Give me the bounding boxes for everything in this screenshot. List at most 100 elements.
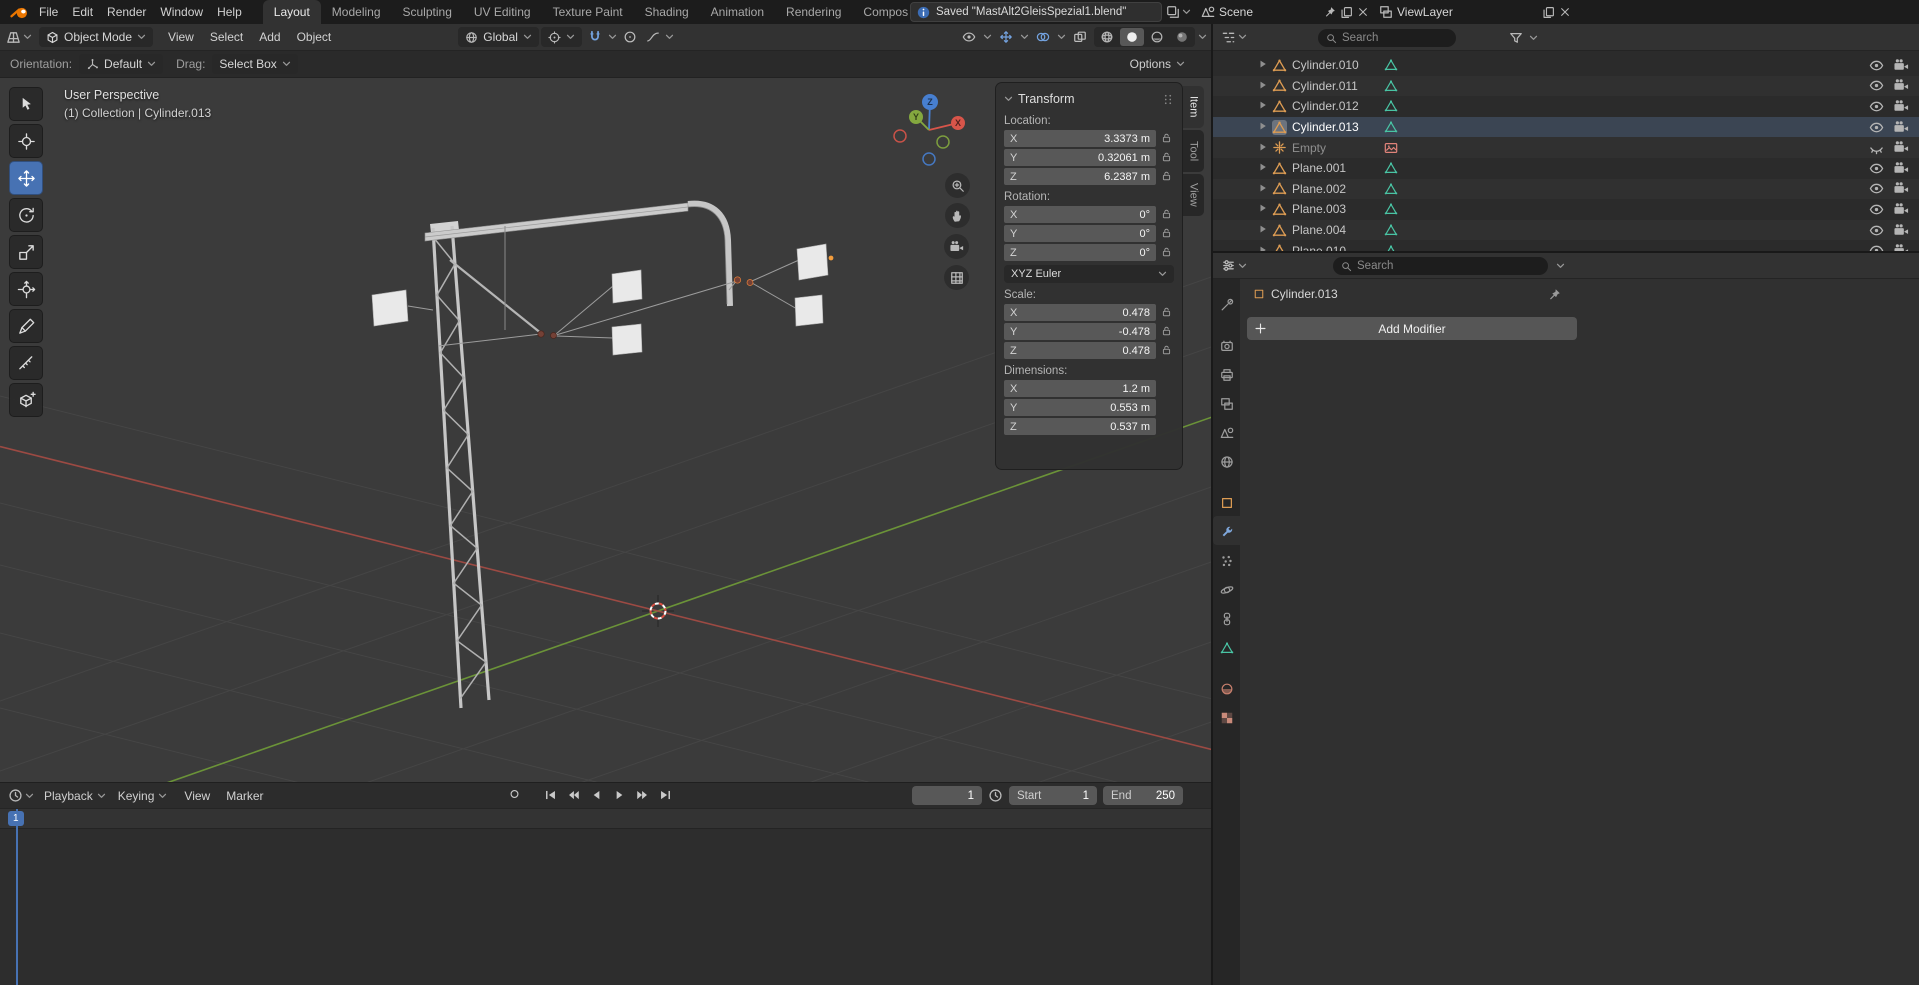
disclosure-icon[interactable] (1258, 183, 1272, 195)
tool-transform[interactable] (9, 272, 43, 306)
shading-wireframe-button[interactable] (1095, 28, 1119, 46)
gizmo-y-label[interactable]: Y (913, 112, 919, 122)
blender-logo-icon[interactable] (8, 4, 32, 21)
hide-eye-icon[interactable] (1869, 161, 1884, 176)
scale-z-field[interactable]: Z0.478 (1004, 342, 1156, 359)
camera-view-button[interactable] (944, 234, 969, 259)
location-y-field[interactable]: Y0.32061 m (1004, 149, 1156, 166)
outliner-row[interactable]: Cylinder.012 (1213, 96, 1919, 117)
disable-render-icon[interactable] (1894, 58, 1909, 73)
properties-search-input[interactable]: Search (1333, 257, 1548, 275)
disable-render-icon[interactable] (1894, 120, 1909, 135)
new-scene-icon[interactable] (1340, 6, 1353, 19)
outliner-row-active[interactable]: Cylinder.013 (1213, 117, 1919, 138)
filter-chevron[interactable] (1529, 35, 1538, 41)
location-x-field[interactable]: X3.3373 m (1004, 130, 1156, 147)
rotation-mode-dropdown[interactable]: XYZ Euler (1004, 265, 1174, 283)
hide-eye-icon[interactable] (1869, 99, 1884, 114)
proportional-edit-toggle[interactable] (619, 27, 641, 47)
lock-icon[interactable] (1161, 325, 1174, 338)
disable-render-icon[interactable] (1894, 140, 1909, 155)
tool-annotate[interactable] (9, 309, 43, 343)
editor-type-properties-icon[interactable] (1221, 258, 1236, 273)
current-frame-field[interactable]: 1 (912, 786, 982, 805)
unlink-scene-icon[interactable] (1357, 6, 1369, 18)
menu-vp-add[interactable]: Add (252, 30, 287, 44)
overlay-options-chevron[interactable] (1057, 34, 1066, 40)
filter-icon[interactable] (1509, 31, 1523, 45)
menu-file[interactable]: File (32, 0, 65, 24)
editor-type-timeline-icon[interactable] (8, 788, 23, 803)
editor-type-outliner-icon[interactable] (1221, 30, 1236, 45)
pin-id-icon[interactable] (1548, 288, 1561, 301)
lock-icon[interactable] (1161, 246, 1174, 259)
transform-panel-header[interactable]: Transform (1004, 89, 1174, 109)
keying-menu[interactable]: Keying (118, 789, 168, 803)
new-viewlayer-icon[interactable] (1542, 6, 1555, 19)
workspace-tab-layout[interactable]: Layout (263, 0, 321, 24)
remove-viewlayer-icon[interactable] (1559, 6, 1571, 18)
outliner-row[interactable]: Plane.003 (1213, 199, 1919, 220)
tab-object-data[interactable] (1213, 632, 1240, 661)
navigation-gizmo[interactable]: Z X Y (893, 88, 969, 166)
hide-eye-icon[interactable] (1869, 78, 1884, 93)
horizontal-splitter[interactable] (1213, 251, 1919, 253)
pan-button[interactable] (945, 203, 970, 228)
shading-options-chevron[interactable] (1198, 34, 1207, 40)
sidebar-tab-tool[interactable]: Tool (1183, 130, 1204, 172)
sidebar-tab-view[interactable]: View (1183, 174, 1204, 216)
scene-selector[interactable]: Scene (1201, 5, 1369, 19)
disable-render-icon[interactable] (1894, 202, 1909, 217)
preview-range-icon[interactable] (988, 788, 1003, 803)
tab-scene[interactable] (1213, 417, 1240, 446)
breadcrumb-object-name[interactable]: Cylinder.013 (1271, 287, 1338, 301)
playhead-frame-badge[interactable]: 1 (8, 811, 24, 826)
lock-icon[interactable] (1161, 170, 1174, 183)
outliner-row[interactable]: Cylinder.010 (1213, 55, 1919, 76)
editor-type-viewport-icon[interactable] (6, 30, 21, 45)
tab-constraints[interactable] (1213, 603, 1240, 632)
shading-material-button[interactable] (1145, 28, 1169, 46)
snap-toggle[interactable] (584, 27, 606, 47)
mode-dropdown[interactable]: Object Mode (39, 27, 153, 47)
outliner-row[interactable]: Plane.004 (1213, 220, 1919, 241)
gizmo-z-label[interactable]: Z (927, 97, 933, 107)
xray-toggle[interactable] (1069, 27, 1091, 47)
disclosure-icon[interactable] (1258, 100, 1272, 112)
search-options-chevron[interactable] (1556, 263, 1565, 269)
play-button[interactable] (609, 786, 630, 804)
shading-solid-button[interactable] (1120, 28, 1144, 46)
menu-window[interactable]: Window (153, 0, 210, 24)
disclosure-icon[interactable] (1258, 203, 1272, 215)
disable-render-icon[interactable] (1894, 181, 1909, 196)
lock-icon[interactable] (1161, 227, 1174, 240)
menu-vp-object[interactable]: Object (290, 30, 339, 44)
rotation-y-field[interactable]: Y0° (1004, 225, 1156, 242)
zoom-button[interactable] (945, 173, 970, 198)
hide-eye-icon[interactable] (1869, 120, 1884, 135)
lock-icon[interactable] (1161, 344, 1174, 357)
rotation-x-field[interactable]: X0° (1004, 206, 1156, 223)
disclosure-icon[interactable] (1258, 80, 1272, 92)
tab-physics[interactable] (1213, 574, 1240, 603)
show-object-types-dropdown[interactable] (958, 27, 980, 47)
tool-cursor[interactable] (9, 124, 43, 158)
tool-add-cube[interactable] (9, 383, 43, 417)
menu-edit[interactable]: Edit (65, 0, 100, 24)
dimensions-x-field[interactable]: X1.2 m (1004, 380, 1156, 397)
disable-render-icon[interactable] (1894, 99, 1909, 114)
menu-vp-select[interactable]: Select (203, 30, 250, 44)
hide-eye-icon[interactable] (1869, 202, 1884, 217)
frame-end-field[interactable]: End250 (1103, 786, 1183, 805)
lock-icon[interactable] (1161, 208, 1174, 221)
jump-to-start-button[interactable] (540, 786, 561, 804)
dimensions-y-field[interactable]: Y0.553 m (1004, 399, 1156, 416)
vertical-splitter[interactable] (1211, 24, 1213, 985)
tab-output[interactable] (1213, 359, 1240, 388)
options-dropdown[interactable]: Options (1130, 57, 1185, 71)
tab-material[interactable] (1213, 673, 1240, 702)
disable-render-icon[interactable] (1894, 78, 1909, 93)
outliner-row[interactable]: Plane.002 (1213, 179, 1919, 200)
location-z-field[interactable]: Z6.2387 m (1004, 168, 1156, 185)
gizmo-options-chevron[interactable] (1020, 34, 1029, 40)
